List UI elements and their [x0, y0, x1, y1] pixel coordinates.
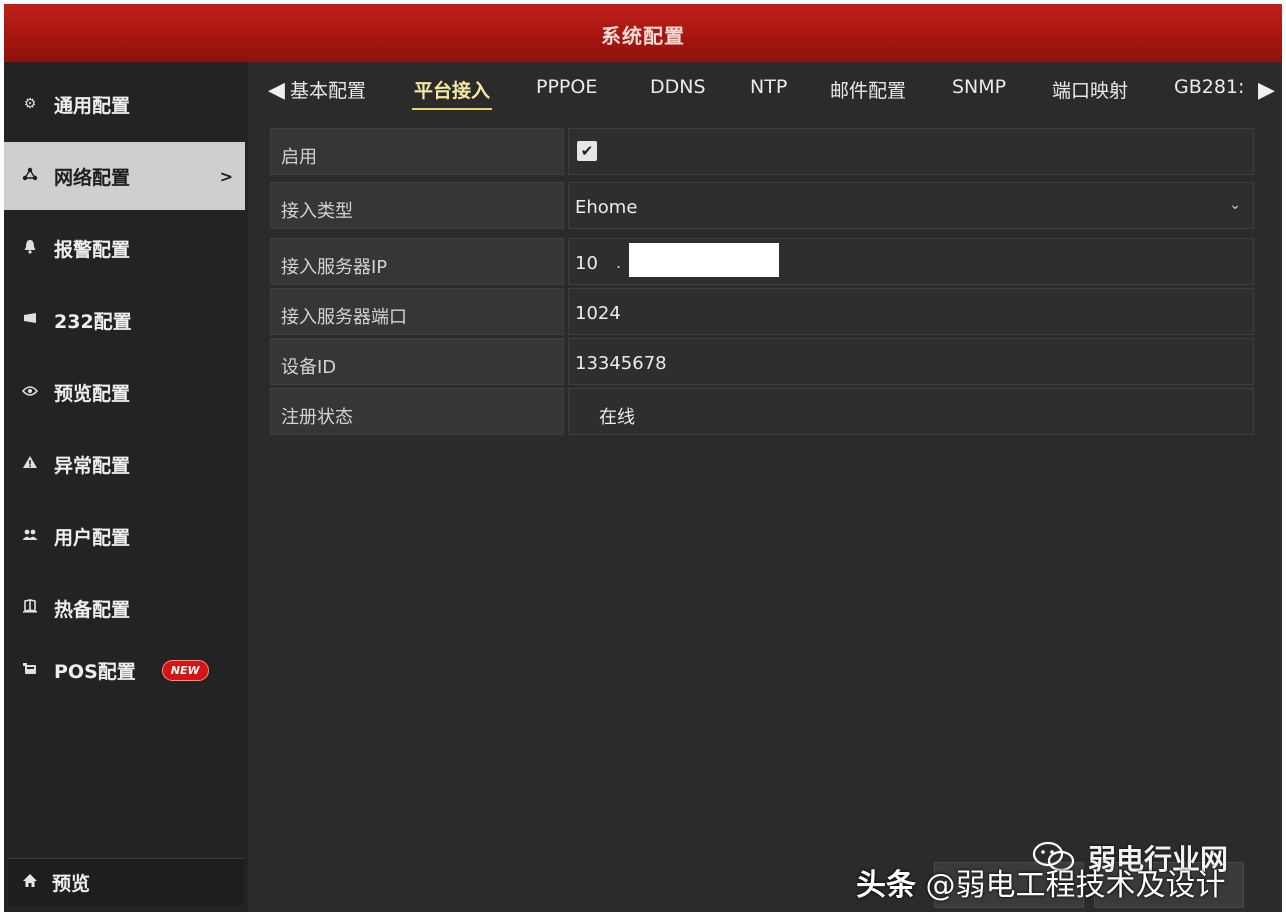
title-bar: 系统配置	[4, 4, 1282, 62]
bottom-buttons	[934, 862, 1264, 912]
back-button[interactable]	[1094, 862, 1244, 908]
sidebar-item-label: 报警配置	[54, 238, 131, 261]
sidebar-item-users[interactable]: 用户配置	[4, 502, 245, 570]
chevron-right-icon: >	[219, 166, 233, 186]
sidebar: ⚙ 通用配置 网络配置 > 报警配置 232配置 预览配置 异常配置 用户配置 …	[4, 62, 248, 912]
config-window: 系统配置 ⚙ 通用配置 网络配置 > 报警配置 232配置 预览配置 异常配置 …	[4, 4, 1282, 912]
server-port-field[interactable]: 1024	[568, 288, 1254, 335]
sidebar-item-hot-spare[interactable]: 热备配置	[4, 574, 245, 642]
sidebar-item-exception[interactable]: 异常配置	[4, 430, 245, 498]
enable-checkbox[interactable]: ✔	[577, 141, 597, 161]
apply-button[interactable]	[934, 862, 1084, 908]
form-row-register-status: 注册状态 在线	[270, 388, 1254, 435]
gear-icon: ⚙	[23, 96, 37, 112]
chevron-down-icon: ⌄	[1229, 197, 1241, 213]
warning-icon	[20, 455, 40, 473]
sidebar-item-label: POS配置	[54, 660, 136, 683]
form-row-server-ip: 接入服务器IP 10 .	[270, 238, 1254, 285]
server-port-label: 接入服务器端口	[281, 307, 407, 328]
sidebar-item-label: 232配置	[54, 310, 132, 333]
ip-separator: .	[616, 253, 622, 272]
sidebar-item-preview-config[interactable]: 预览配置	[4, 358, 245, 426]
sidebar-item-general[interactable]: ⚙ 通用配置	[4, 70, 245, 138]
ip-redaction-mask	[629, 243, 779, 277]
label-cell: 注册状态	[270, 388, 564, 435]
tab-scroll-left-icon[interactable]: ◀	[268, 78, 285, 103]
tab-gb28181[interactable]: GB281:	[1174, 76, 1244, 98]
label-cell: 设备ID	[270, 338, 564, 385]
tab-pppoe[interactable]: PPPOE	[536, 76, 597, 98]
preview-button[interactable]: 预览	[8, 858, 244, 906]
window-title: 系统配置	[601, 24, 685, 48]
home-icon	[22, 873, 38, 892]
label-cell: 启用	[270, 128, 564, 175]
network-icon	[20, 167, 40, 185]
tab-ntp[interactable]: NTP	[750, 76, 787, 98]
tab-email[interactable]: 邮件配置	[830, 76, 906, 103]
sidebar-item-rs232[interactable]: 232配置	[4, 286, 245, 354]
label-cell: 接入服务器端口	[270, 288, 564, 335]
sidebar-item-network[interactable]: 网络配置 >	[4, 142, 245, 210]
sidebar-item-alarm[interactable]: 报警配置	[4, 214, 245, 282]
hot-spare-icon	[20, 599, 40, 617]
label-cell: 接入服务器IP	[270, 238, 564, 285]
preview-label: 预览	[52, 873, 91, 895]
tab-snmp[interactable]: SNMP	[952, 76, 1006, 98]
tab-scroll-right-icon[interactable]: ▶	[1258, 78, 1275, 103]
access-type-label: 接入类型	[281, 201, 353, 222]
tab-basic[interactable]: 基本配置	[290, 76, 366, 103]
access-type-select[interactable]: Ehome ⌄	[568, 182, 1254, 229]
label-cell: 接入类型	[270, 182, 564, 229]
server-ip-label: 接入服务器IP	[281, 257, 388, 278]
alarm-bell-icon	[20, 239, 40, 258]
form-row-server-port: 接入服务器端口 1024	[270, 288, 1254, 335]
form-row-access-type: 接入类型 Ehome ⌄	[270, 182, 1254, 229]
pos-terminal-icon	[20, 661, 40, 679]
server-port-value: 1024	[575, 303, 621, 324]
sidebar-item-label: 预览配置	[54, 382, 131, 405]
tab-ddns[interactable]: DDNS	[650, 76, 706, 98]
tab-bar: ◀ 基本配置 平台接入 PPPOE DDNS NTP 邮件配置 SNMP 端口映…	[254, 66, 1275, 114]
sidebar-item-label: 异常配置	[54, 454, 131, 477]
tab-port-mapping[interactable]: 端口映射	[1052, 76, 1128, 103]
users-icon	[20, 528, 40, 545]
sidebar-item-label: 网络配置	[54, 166, 131, 189]
server-ip-field[interactable]: 10 .	[568, 238, 1254, 285]
server-ip-value: 10	[575, 253, 598, 274]
sidebar-item-label: 热备配置	[54, 598, 131, 621]
value-cell: ✔	[568, 128, 1254, 175]
sidebar-item-label: 用户配置	[54, 526, 131, 549]
device-id-label: 设备ID	[281, 357, 337, 378]
tab-platform-access[interactable]: 平台接入	[411, 76, 493, 110]
form-row-enable: 启用 ✔	[270, 128, 1254, 175]
serial-port-icon	[20, 312, 40, 328]
sidebar-item-pos[interactable]: POS配置 NEW	[4, 636, 245, 704]
eye-icon	[20, 384, 40, 400]
sidebar-item-label: 通用配置	[54, 94, 131, 117]
new-badge: NEW	[161, 659, 209, 681]
form-row-device-id: 设备ID 13345678	[270, 338, 1254, 385]
device-id-field[interactable]: 13345678	[568, 338, 1254, 385]
device-id-value: 13345678	[575, 353, 667, 374]
value-cell: 在线	[568, 388, 1254, 435]
access-type-value: Ehome	[575, 197, 638, 218]
register-status-value: 在线	[599, 407, 635, 428]
register-status-label: 注册状态	[281, 407, 353, 428]
enable-label: 启用	[281, 147, 317, 168]
